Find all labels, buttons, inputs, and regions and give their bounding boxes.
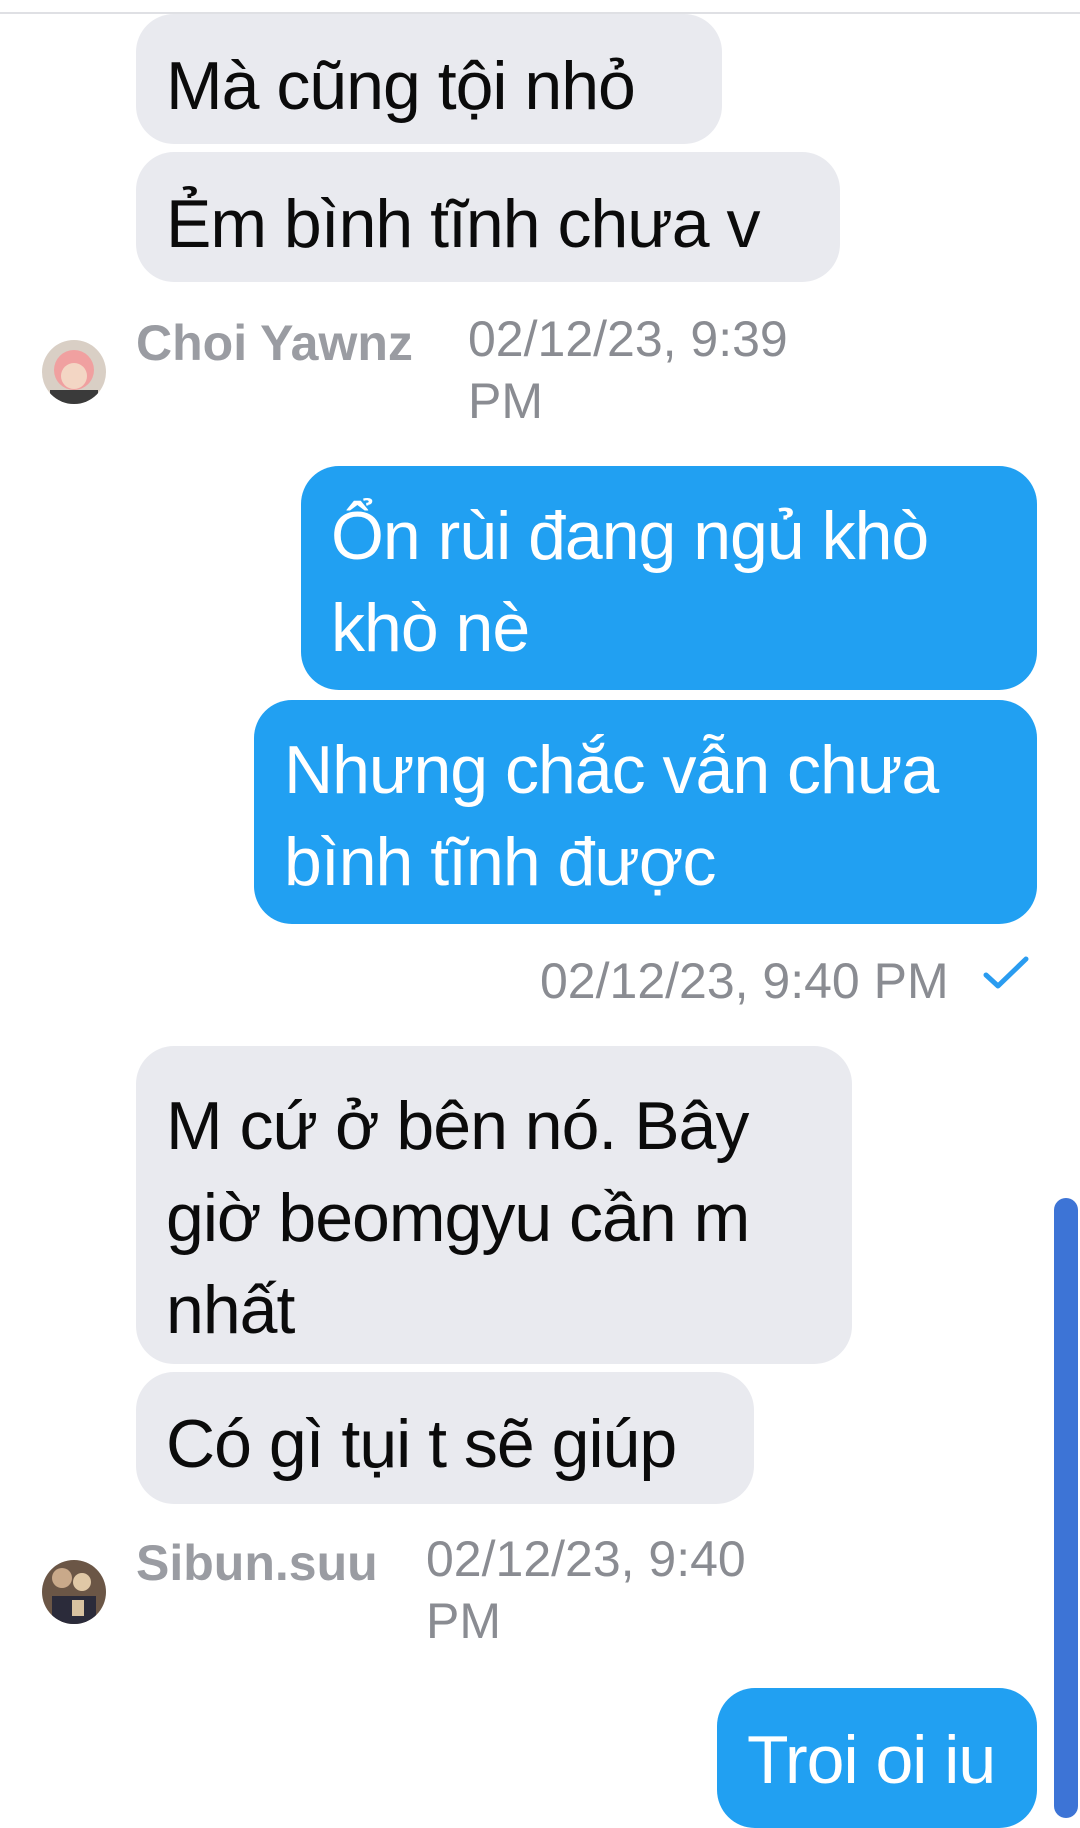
outgoing-message-bubble[interactable]: Troi oi iu — [717, 1688, 1037, 1828]
message-meta: Choi Yawnz — [136, 312, 413, 374]
incoming-message-bubble[interactable]: Ẻm bình tĩnh chưa v — [136, 152, 840, 282]
incoming-message-bubble[interactable]: Có gì tụi t sẽ giúp — [136, 1372, 754, 1504]
timestamp: 02/12/23, 9:40 PM — [426, 1528, 746, 1652]
timestamp: 02/12/23, 9:39 PM — [468, 308, 788, 432]
timestamp-line: 02/12/23, 9:40 — [426, 1531, 746, 1587]
avatar[interactable] — [42, 1560, 106, 1624]
outgoing-message-bubble[interactable]: Nhưng chắc vẫn chưa bình tĩnh được — [254, 700, 1037, 924]
avatar[interactable] — [42, 340, 106, 404]
timestamp-line: PM — [426, 1593, 501, 1649]
timestamp: 02/12/23, 9:40 PM — [540, 953, 949, 1009]
incoming-message-bubble[interactable]: M cứ ở bên nó. Bây giờ beomgyu cần m nhấ… — [136, 1046, 852, 1364]
avatar-photo-icon — [42, 1560, 106, 1624]
message-meta: Sibun.suu — [136, 1532, 378, 1594]
sender-name: Sibun.suu — [136, 1535, 378, 1591]
sender-name: Choi Yawnz — [136, 315, 413, 371]
check-icon — [983, 956, 1029, 989]
avatar-photo-icon — [42, 340, 106, 404]
outgoing-message-bubble[interactable]: Ổn rùi đang ngủ khò khò nè — [301, 466, 1037, 690]
incoming-message-bubble[interactable]: Mà cũng tội nhỏ — [136, 14, 722, 144]
timestamp-line: 02/12/23, 9:39 — [468, 311, 788, 367]
scrollbar-thumb[interactable] — [1054, 1198, 1078, 1818]
timestamp-line: PM — [468, 373, 543, 429]
